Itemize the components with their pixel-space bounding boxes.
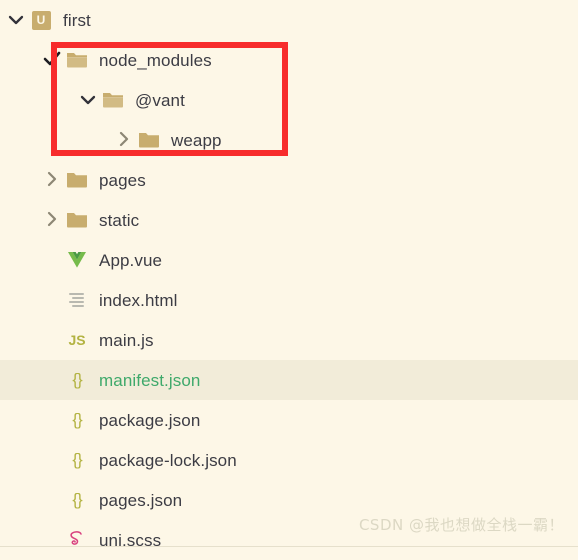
- tree-item-label: main.js: [99, 330, 154, 350]
- html-file-icon: [64, 289, 90, 311]
- tree-item-package-lock-json[interactable]: {} package-lock.json: [0, 440, 578, 480]
- uniapp-badge-icon: U: [31, 10, 51, 30]
- tree-item-label: weapp: [171, 130, 222, 150]
- tree-item-package-json[interactable]: {} package.json: [0, 400, 578, 440]
- tree-item-label: App.vue: [99, 250, 163, 270]
- chevron-down-icon[interactable]: [6, 9, 28, 31]
- json-file-icon: {}: [72, 370, 82, 389]
- tree-item-weapp[interactable]: weapp: [0, 120, 578, 160]
- json-file-icon: {}: [72, 450, 82, 469]
- tree-item-label: pages.json: [99, 490, 183, 510]
- twisty-placeholder: [42, 489, 64, 511]
- tree-item-label: package-lock.json: [99, 450, 237, 470]
- folder-closed-icon: [64, 209, 90, 231]
- tree-item-label: pages: [99, 170, 146, 190]
- folder-open-icon: [100, 89, 126, 111]
- sass-file-icon: [64, 529, 90, 551]
- json-file-icon: {}: [64, 409, 90, 431]
- tree-item-static[interactable]: static: [0, 200, 578, 240]
- chevron-right-icon[interactable]: [114, 129, 136, 151]
- twisty-placeholder: [42, 529, 64, 551]
- twisty-placeholder: [42, 369, 64, 391]
- folder-open-icon: [64, 49, 90, 71]
- uniapp-badge-icon: U: [28, 9, 54, 31]
- chevron-right-icon[interactable]: [42, 209, 64, 231]
- js-file-icon: JS: [68, 332, 86, 348]
- twisty-placeholder: [42, 289, 64, 311]
- tree-item-app-vue[interactable]: App.vue: [0, 240, 578, 280]
- json-file-icon: {}: [72, 410, 82, 429]
- chevron-down-icon[interactable]: [78, 89, 100, 111]
- tree-item-node-modules[interactable]: node_modules: [0, 40, 578, 80]
- tree-item-manifest-json[interactable]: {} manifest.json: [0, 360, 578, 400]
- chevron-right-icon[interactable]: [42, 169, 64, 191]
- uniapp-badge-letter: U: [36, 13, 46, 27]
- check-icon[interactable]: [42, 49, 64, 71]
- json-file-icon: {}: [64, 369, 90, 391]
- twisty-placeholder: [42, 329, 64, 351]
- tree-item-label: index.html: [99, 290, 178, 310]
- folder-closed-icon: [64, 169, 90, 191]
- tree-item-label: manifest.json: [99, 370, 201, 390]
- json-file-icon: {}: [64, 489, 90, 511]
- tree-item-label: @vant: [135, 90, 185, 110]
- tree-item-main-js[interactable]: JS main.js: [0, 320, 578, 360]
- tree-item-label: static: [99, 210, 140, 230]
- tree-item-pages[interactable]: pages: [0, 160, 578, 200]
- twisty-placeholder: [42, 449, 64, 471]
- tree-item-label: package.json: [99, 410, 201, 430]
- tree-item-label: first: [63, 10, 91, 30]
- json-file-icon: {}: [64, 449, 90, 471]
- tree-item-vant[interactable]: @vant: [0, 80, 578, 120]
- vue-file-icon: [64, 249, 90, 271]
- twisty-placeholder: [42, 409, 64, 431]
- json-file-icon: {}: [72, 490, 82, 509]
- js-file-icon: JS: [64, 329, 90, 351]
- tree-item-index-html[interactable]: index.html: [0, 280, 578, 320]
- file-explorer-tree[interactable]: Ufirst node_modules @vant weapp pages static A…: [0, 0, 578, 549]
- csdn-watermark: CSDN @我也想做全栈一霸！: [358, 516, 564, 534]
- tree-item-label: node_modules: [99, 50, 212, 70]
- tree-item-first[interactable]: Ufirst: [0, 0, 578, 40]
- twisty-placeholder: [42, 249, 64, 271]
- folder-closed-icon: [136, 129, 162, 151]
